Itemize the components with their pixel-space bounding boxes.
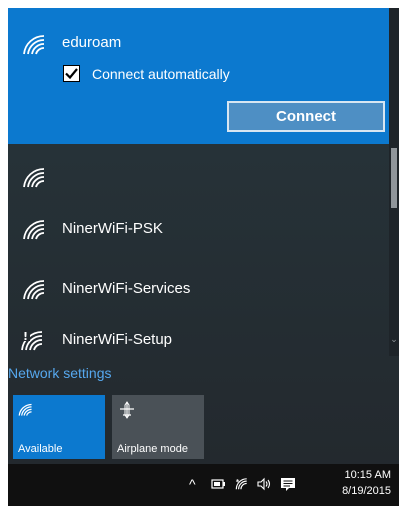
wifi-icon <box>23 168 45 188</box>
chevron-up-icon[interactable]: ^ <box>189 476 196 492</box>
list-item[interactable] <box>8 152 389 198</box>
scrollbar[interactable]: ⌄ <box>389 8 399 356</box>
wifi-icon <box>23 35 45 55</box>
screen: eduroam Connect automatically Connect Ni… <box>0 0 399 506</box>
svg-text:*: * <box>236 478 240 486</box>
list-item[interactable]: NinerWiFi-Services <box>8 264 389 310</box>
clock-date[interactable]: 8/19/2015 <box>338 485 391 497</box>
volume-icon[interactable] <box>256 477 272 491</box>
wifi-warning-icon[interactable]: * <box>234 477 249 491</box>
taskbar: ^ * 10:15 AM 8/19/2015 <box>8 464 399 506</box>
tile-label: Available <box>18 443 63 455</box>
wifi-icon <box>23 220 45 240</box>
battery-icon[interactable] <box>211 478 226 490</box>
network-name: NinerWiFi-Services <box>62 280 191 297</box>
connect-automatically-label: Connect automatically <box>92 66 230 82</box>
list-item[interactable]: ! NinerWiFi-Setup <box>8 316 389 362</box>
selected-network-row[interactable]: eduroam Connect automatically Connect <box>8 8 389 144</box>
airplane-mode-tile[interactable]: Airplane mode <box>112 395 204 459</box>
list-item[interactable]: NinerWiFi-PSK <box>8 204 389 250</box>
connect-automatically-checkbox[interactable] <box>63 65 80 82</box>
notification-center-icon[interactable] <box>280 476 296 492</box>
wifi-toggle-tile[interactable]: Available <box>13 395 105 459</box>
tile-label: Airplane mode <box>117 443 188 455</box>
network-name: eduroam <box>62 34 122 51</box>
network-flyout: eduroam Connect automatically Connect Ni… <box>8 8 399 464</box>
scroll-thumb[interactable] <box>391 148 397 208</box>
network-settings-link[interactable]: Network settings <box>8 365 111 381</box>
clock-time[interactable]: 10:15 AM <box>338 469 391 481</box>
checkmark-icon <box>65 68 78 80</box>
wifi-icon <box>18 403 32 416</box>
wifi-icon <box>23 280 45 300</box>
connect-button[interactable]: Connect <box>227 101 385 132</box>
wifi-warning-icon: ! <box>21 330 43 351</box>
airplane-icon <box>120 401 134 419</box>
network-name: NinerWiFi-PSK <box>62 220 163 237</box>
chevron-down-icon[interactable]: ⌄ <box>389 334 399 346</box>
network-name: NinerWiFi-Setup <box>62 331 173 348</box>
svg-text:!: ! <box>23 330 28 343</box>
